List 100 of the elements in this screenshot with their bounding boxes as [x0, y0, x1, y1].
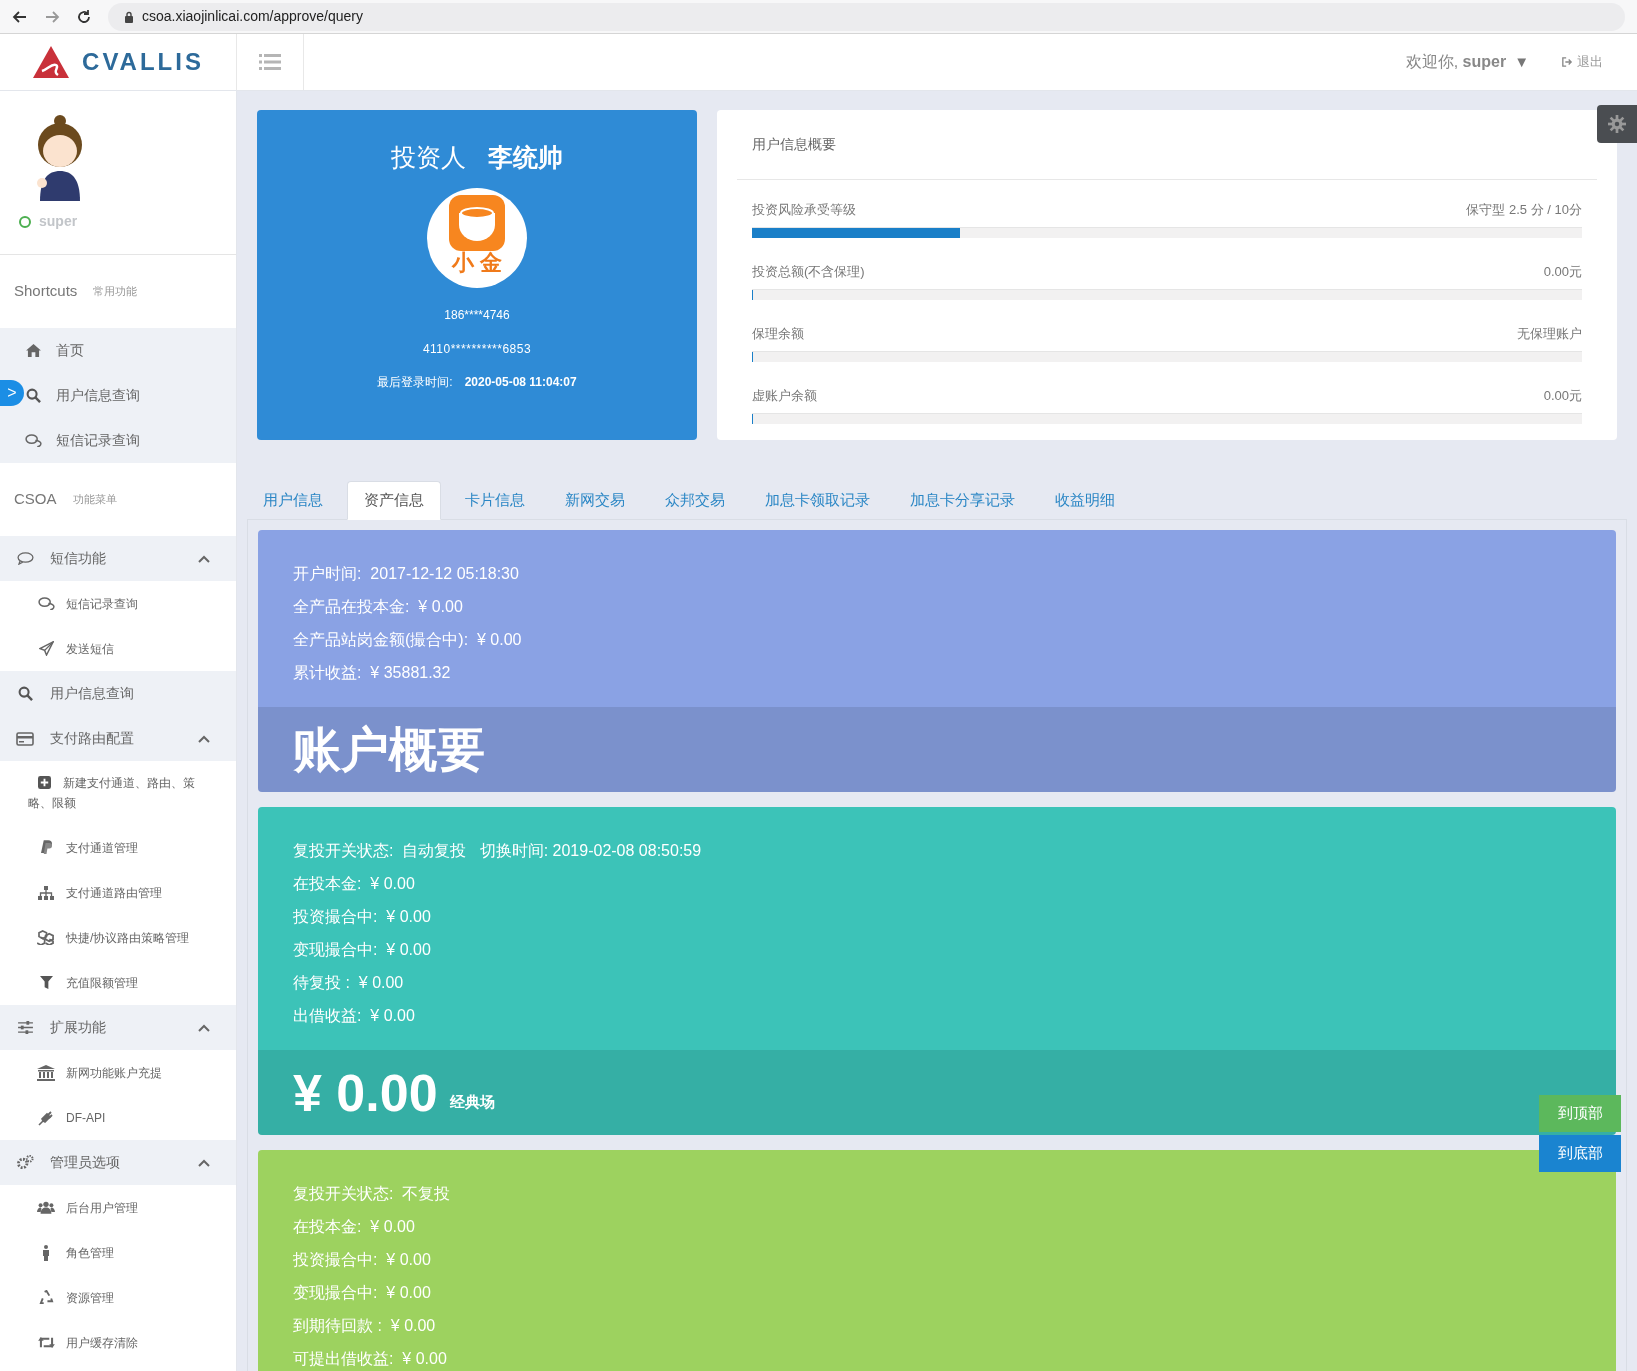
bowl-icon: [449, 195, 505, 251]
info-line: 复投开关状态: 自动复投 切换时间: 2019-02-08 08:50:59: [293, 840, 702, 861]
last-login-label: 最后登录时间:: [377, 374, 453, 391]
info-line: 可提出借收益: ¥ 0.00: [293, 1348, 447, 1369]
user-name: super: [39, 212, 78, 231]
field-value: 0.00元: [1543, 386, 1582, 405]
chat-bubbles-icon: [37, 597, 55, 610]
credit-card-icon: [16, 731, 34, 746]
amount-caption: 经典场: [449, 1091, 495, 1112]
filter-icon: [39, 976, 53, 989]
users-icon: [37, 1201, 55, 1214]
info-line: 投资撮合中: ¥ 0.00: [293, 906, 431, 927]
menu-toggle-button[interactable]: [257, 51, 283, 73]
chat-bubbles-icon: [24, 434, 42, 447]
sliders-icon: [17, 1021, 33, 1034]
back-icon: [12, 8, 28, 25]
tab[interactable]: 用户信息: [247, 481, 339, 520]
person-icon: [42, 1244, 50, 1261]
group-label: 短信功能: [50, 549, 107, 568]
tab[interactable]: 资产信息: [347, 481, 441, 520]
id-number: 4110**********6853: [422, 341, 532, 358]
menu-group[interactable]: 扩展功能: [0, 1005, 236, 1050]
field-value: 无保理账户: [1517, 324, 1582, 343]
tab[interactable]: 加息卡领取记录: [749, 481, 886, 520]
section-subtitle: 功能菜单: [72, 492, 117, 508]
logo-icon: [32, 45, 71, 79]
menu-icon: [259, 54, 281, 70]
url-text: csoa.xiaojinlicai.com/approve/query: [142, 7, 363, 26]
user-menu-button[interactable]: 欢迎你, super ▼: [1405, 34, 1561, 90]
lock-icon: [124, 10, 134, 23]
info-line: 出借收益: ¥ 0.00: [293, 1005, 415, 1026]
info-line: 到期待回款 : ¥ 0.00: [293, 1315, 436, 1336]
card-heading: 账户概要: [293, 721, 485, 778]
p-letter-icon: [40, 840, 52, 855]
info-line: 在投本金: ¥ 0.00: [293, 873, 415, 894]
menu-item[interactable]: 用户信息查询: [24, 373, 236, 418]
cubes-icon: [36, 930, 56, 945]
plus-square-icon: [38, 776, 51, 789]
role-label: 投资人: [391, 142, 466, 173]
amount-text: ¥ 0.00: [293, 1066, 438, 1119]
field-value: 保守型 2.5 分 / 10分: [1466, 200, 1582, 219]
info-line: 变现撮合中: ¥ 0.00: [293, 939, 431, 960]
logout-icon: [1561, 57, 1573, 67]
logo-text: 小 金: [451, 251, 503, 275]
tab[interactable]: 新网交易: [549, 481, 641, 520]
info-line: 全产品在投本金: ¥ 0.00: [293, 596, 463, 617]
sitemap-icon: [38, 885, 54, 900]
logout-button[interactable]: 退出: [1561, 34, 1637, 90]
retweet-icon: [37, 1336, 55, 1349]
section-subtitle: 常用功能: [93, 284, 138, 300]
field-label: 投资风险承受等级: [752, 200, 856, 219]
plug-icon: [38, 1109, 54, 1126]
address-bar[interactable]: csoa.xiaojinlicai.com/approve/query: [108, 2, 1625, 31]
expand-tab[interactable]: >: [0, 380, 24, 406]
forward-icon: [44, 8, 60, 25]
menu-item[interactable]: 短信记录查询: [24, 418, 236, 463]
tab[interactable]: 收益明细: [1039, 481, 1131, 520]
info-line: 投资撮合中: ¥ 0.00: [293, 1249, 431, 1270]
info-line: 在投本金: ¥ 0.00: [293, 1216, 415, 1237]
field-label: 虚账户余额: [752, 386, 817, 405]
tab[interactable]: 加息卡分享记录: [894, 481, 1031, 520]
menu-group[interactable]: 支付路由配置: [0, 716, 236, 761]
menu-item[interactable]: 首页: [24, 328, 236, 373]
chat-bubble-icon: [16, 552, 34, 565]
menu-group[interactable]: 用户信息查询: [0, 671, 236, 716]
paper-plane-icon: [38, 641, 54, 656]
menu-group[interactable]: 短信功能: [0, 536, 236, 581]
group-label: 支付路由配置: [50, 729, 135, 748]
scroll-button[interactable]: 到底部: [1539, 1135, 1621, 1172]
search-icon: [17, 686, 33, 701]
info-line: 全产品站岗金额(撮合中): ¥ 0.00: [293, 629, 522, 650]
info-line: 累计收益: ¥ 35881.32: [293, 662, 451, 683]
info-line: 变现撮合中: ¥ 0.00: [293, 1282, 431, 1303]
info-line: 复投开关状态: 不复投: [293, 1183, 451, 1204]
logo-text: CVALLIS: [82, 47, 204, 77]
group-label: 扩展功能: [50, 1018, 107, 1037]
last-login-time: 2020-05-08 11:04:07: [464, 374, 577, 391]
welcome-text: 欢迎你, super: [1405, 52, 1507, 72]
info-line: 待复投 : ¥ 0.00: [293, 972, 404, 993]
settings-icon: [1608, 115, 1626, 133]
settings-button[interactable]: [1597, 105, 1637, 143]
phone-number: 186****4746: [444, 307, 510, 324]
card-title: 用户信息概要: [752, 135, 836, 154]
caret-icon: ▼: [1514, 50, 1529, 74]
tab[interactable]: 众邦交易: [649, 481, 741, 520]
menu-group[interactable]: 管理员选项: [0, 1140, 236, 1185]
home-icon: [25, 344, 41, 357]
field-value: 0.00元: [1543, 262, 1582, 281]
field-label: 投资总额(不含保理): [752, 262, 865, 281]
bank-icon: [37, 1064, 55, 1081]
group-label: 管理员选项: [50, 1153, 121, 1172]
section-title: CSOA: [14, 489, 57, 510]
section-title: Shortcuts: [14, 281, 78, 302]
reload-icon: [76, 8, 92, 25]
search-icon: [25, 388, 41, 403]
field-label: 保理余额: [752, 324, 804, 343]
investor-name: 李统帅: [488, 142, 563, 173]
info-line: 开户时间: 2017-12-12 05:18:30: [293, 563, 519, 584]
tab[interactable]: 卡片信息: [449, 481, 541, 520]
group-label: 用户信息查询: [50, 684, 135, 703]
